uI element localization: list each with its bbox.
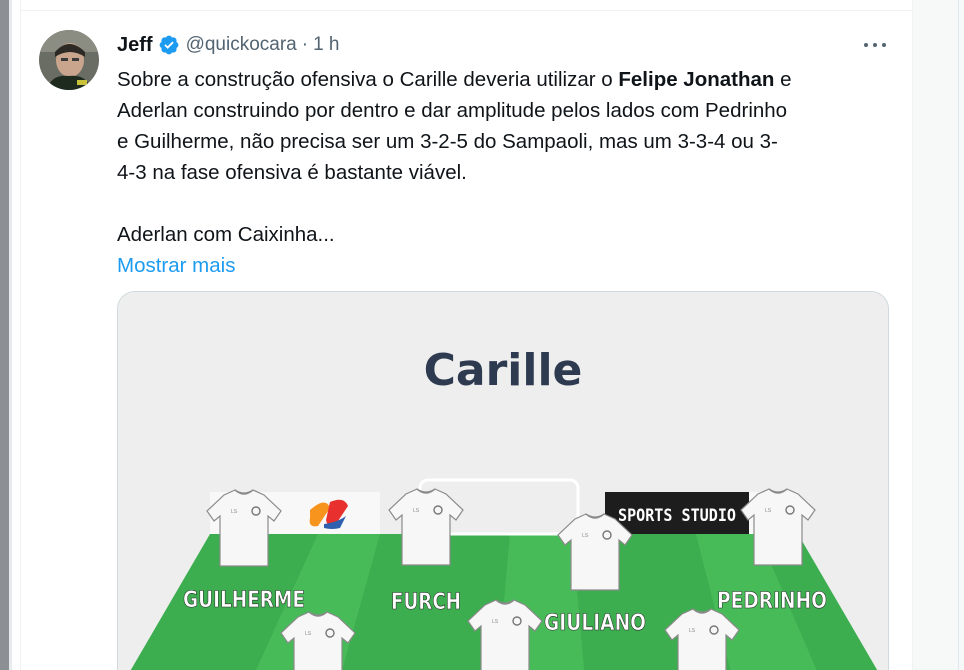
more-dot [882, 43, 886, 47]
text-bold-segment: Felipe Jonathan [618, 68, 775, 91]
window-edge-shadow [9, 0, 12, 670]
more-horizontal-icon[interactable] [862, 34, 888, 56]
timeline-border-left [20, 0, 21, 670]
text-segment: Sobre a construção ofensiva o Carille de… [117, 68, 619, 91]
show-more-link[interactable]: Mostrar mais [117, 250, 235, 281]
tweet-top-divider [21, 10, 912, 11]
verified-badge-icon[interactable] [158, 34, 180, 56]
tweet-header: Jeff @quickocara · 1 h [117, 33, 340, 57]
right-gutter-line [958, 0, 959, 670]
author-handle[interactable]: @quickocara [186, 34, 297, 56]
tweet-text-line-2: Aderlan construindo por dentro e dar amp… [117, 99, 788, 122]
player-label-guilherme: GUILHERME [183, 588, 305, 613]
sponsor-label: SPORTS STUDIO [618, 506, 736, 526]
more-dot [864, 43, 868, 47]
window-edge-bar [0, 0, 9, 670]
tweet-text-line-5: Aderlan com Caixinha... [117, 223, 335, 246]
avatar-image [39, 30, 99, 90]
player-label-furch: FURCH [391, 590, 461, 615]
tweet-text: Sobre a construção ofensiva o Carille de… [117, 64, 897, 281]
tweet-text-line-3: e Guilherme, não precisa ser um 3-2-5 do… [117, 130, 778, 153]
player-label-pedrinho: PEDRINHO [717, 589, 827, 614]
author-name[interactable]: Jeff [117, 34, 153, 57]
tweet-text-line-1: Sobre a construção ofensiva o Carille de… [117, 64, 897, 95]
meta-separator: · [301, 34, 309, 55]
tweet-text-line-4: 4-3 na fase ofensiva é bastante viável. [117, 161, 467, 184]
more-dot [873, 43, 877, 47]
text-segment: e [774, 68, 792, 91]
player-label-giuliano: GIULIANO [544, 611, 646, 636]
avatar[interactable] [39, 30, 99, 90]
tweet-timestamp[interactable]: 1 h [313, 34, 339, 56]
graphic-title: Carille [424, 345, 583, 396]
right-gutter [913, 0, 964, 670]
tweet-media-image[interactable]: LS Carille SPORTS STUDIO [117, 291, 889, 670]
